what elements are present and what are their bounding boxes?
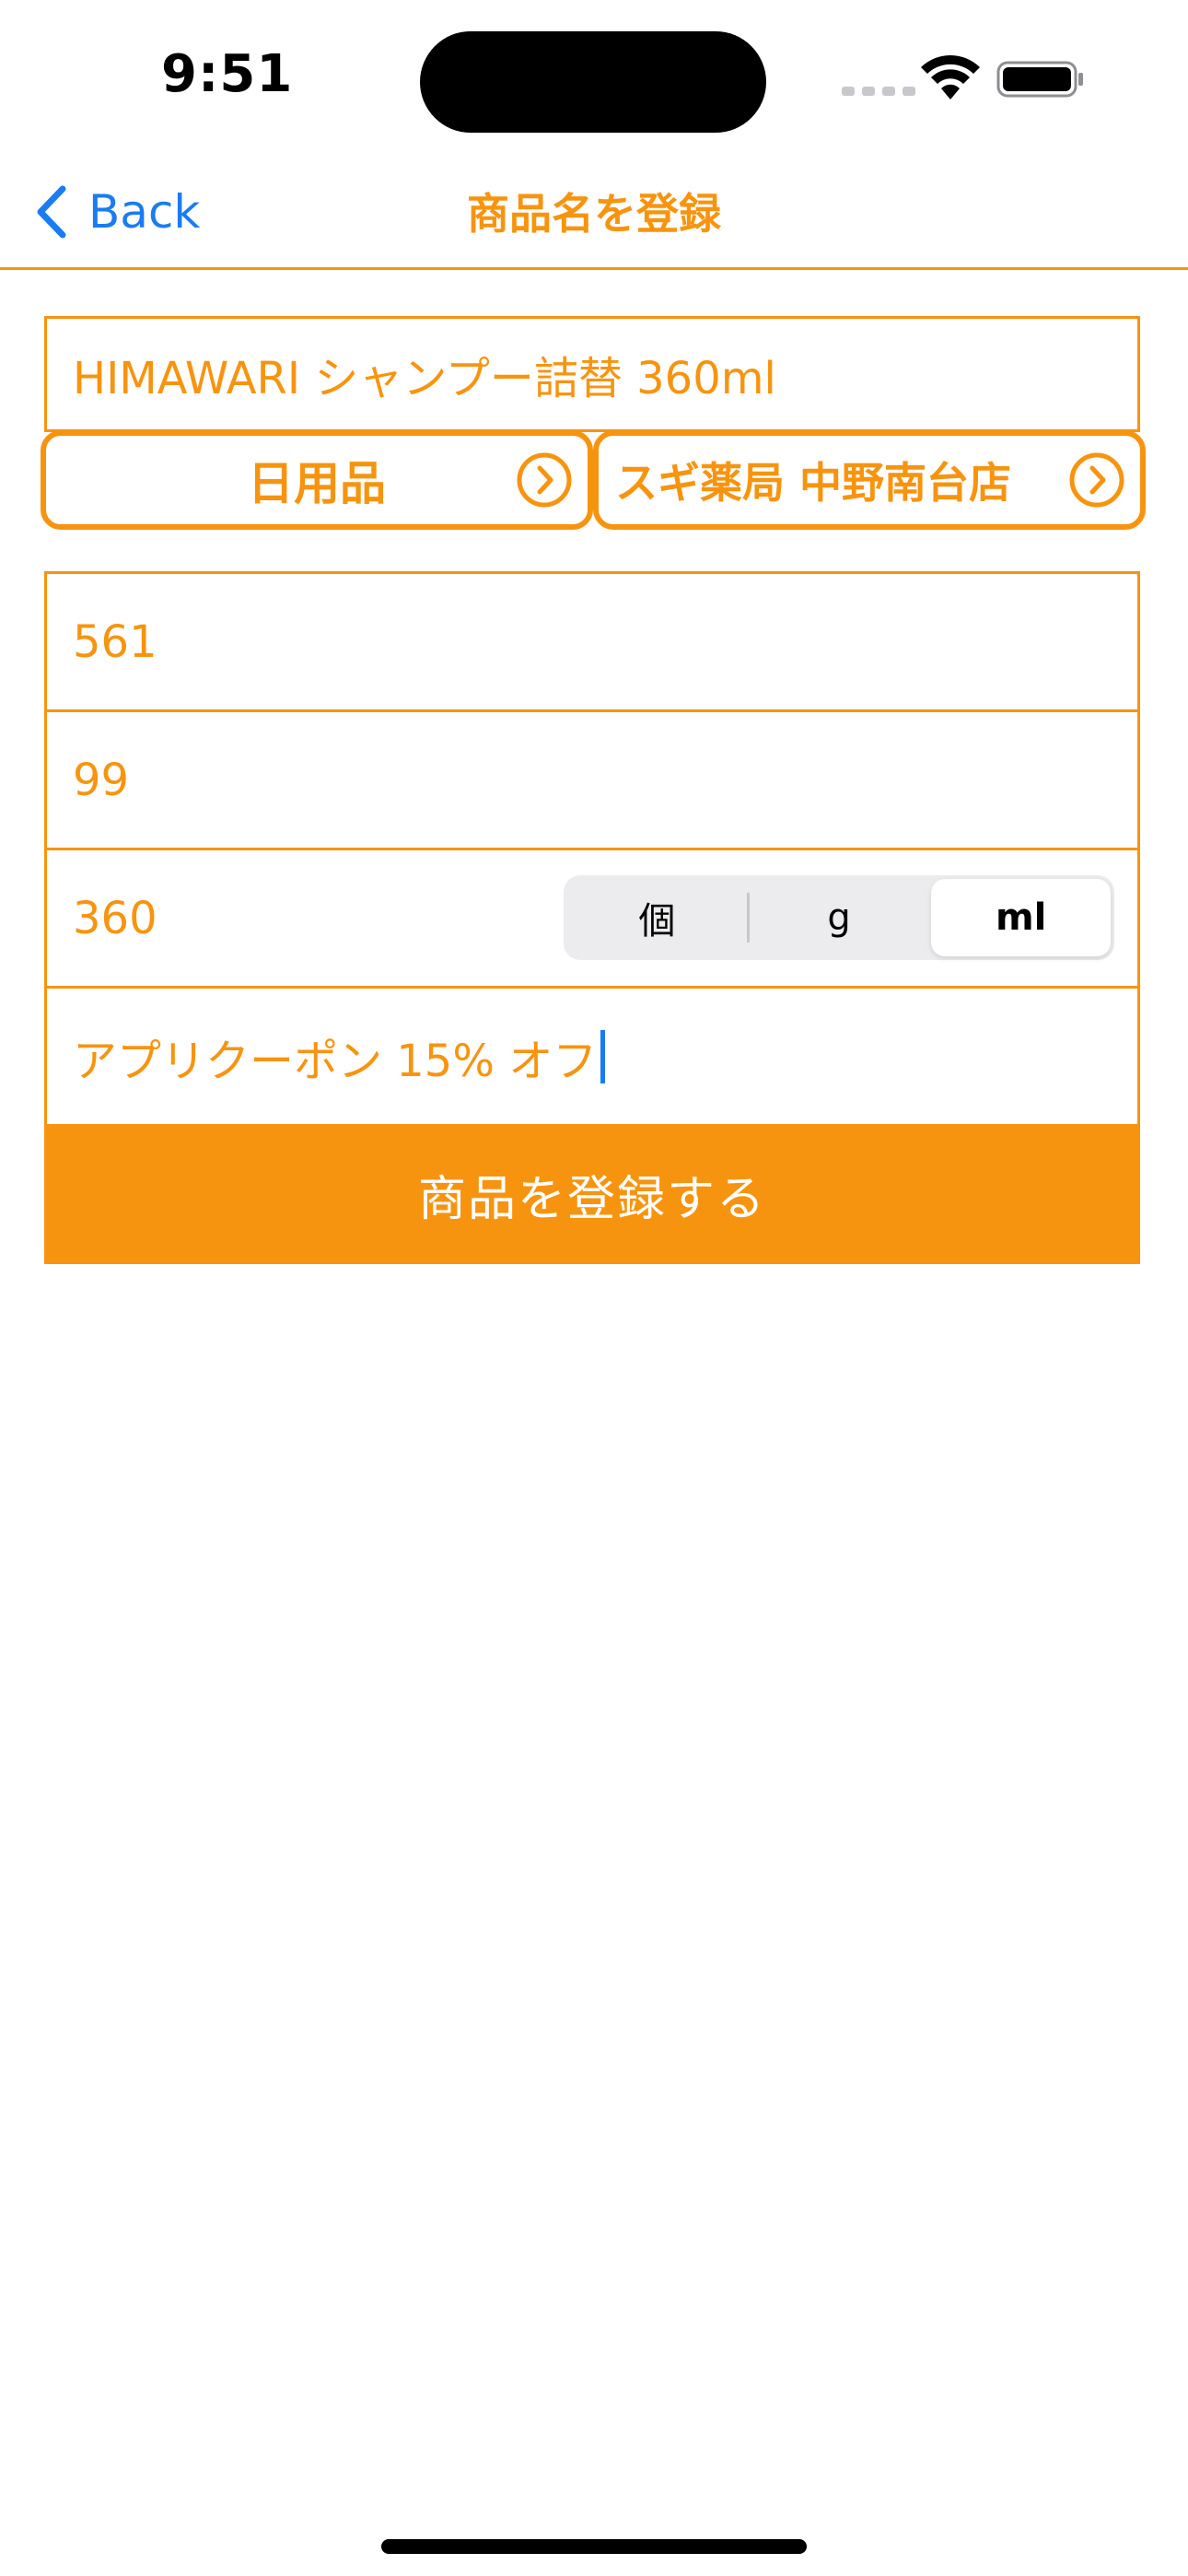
- category-label: 日用品: [248, 457, 386, 510]
- chevron-right-circle-icon: [517, 452, 572, 508]
- nav-divider: [0, 267, 1188, 270]
- home-indicator[interactable]: [381, 2539, 807, 2554]
- product-name-value: HIMAWARI シャンプー詰替 360ml: [73, 353, 776, 404]
- store-selector-button[interactable]: スギ薬局 中野南台店: [593, 430, 1146, 530]
- register-product-label: 商品を登録する: [417, 1171, 766, 1227]
- unit-segmented-control[interactable]: 個 g ml: [564, 875, 1114, 960]
- chevron-right-circle-icon: [1069, 452, 1124, 508]
- unit-option-gram[interactable]: g: [750, 879, 929, 956]
- amount-value: 360: [73, 892, 157, 944]
- memo-value: アプリクーポン 15% オフ: [73, 1035, 598, 1087]
- wifi-icon: [921, 55, 980, 100]
- screen: 9:51 Back 商品名を登録 HIMAWARI シャンプー詰替 360ml …: [0, 0, 1188, 2576]
- memo-field[interactable]: アプリクーポン 15% オフ: [44, 986, 1140, 1127]
- register-product-button[interactable]: 商品を登録する: [44, 1124, 1140, 1264]
- price-value: 561: [73, 615, 157, 668]
- category-selector-button[interactable]: 日用品: [41, 430, 593, 530]
- unit-option-piece[interactable]: 個: [567, 879, 747, 956]
- dynamic-island: [420, 31, 766, 133]
- battery-icon: [996, 61, 1083, 98]
- discount-value: 99: [73, 754, 130, 806]
- product-name-field[interactable]: HIMAWARI シャンプー詰替 360ml: [44, 316, 1140, 432]
- page-title: 商品名を登録: [467, 189, 721, 239]
- store-label: スギ薬局 中野南台店: [615, 458, 1012, 508]
- cellular-signal-icon: [842, 87, 915, 96]
- text-cursor: [600, 1029, 606, 1083]
- unit-option-ml[interactable]: ml: [931, 879, 1112, 956]
- discount-field[interactable]: 99: [44, 709, 1140, 850]
- price-field[interactable]: 561: [44, 571, 1140, 712]
- status-time: 9:51: [161, 44, 294, 104]
